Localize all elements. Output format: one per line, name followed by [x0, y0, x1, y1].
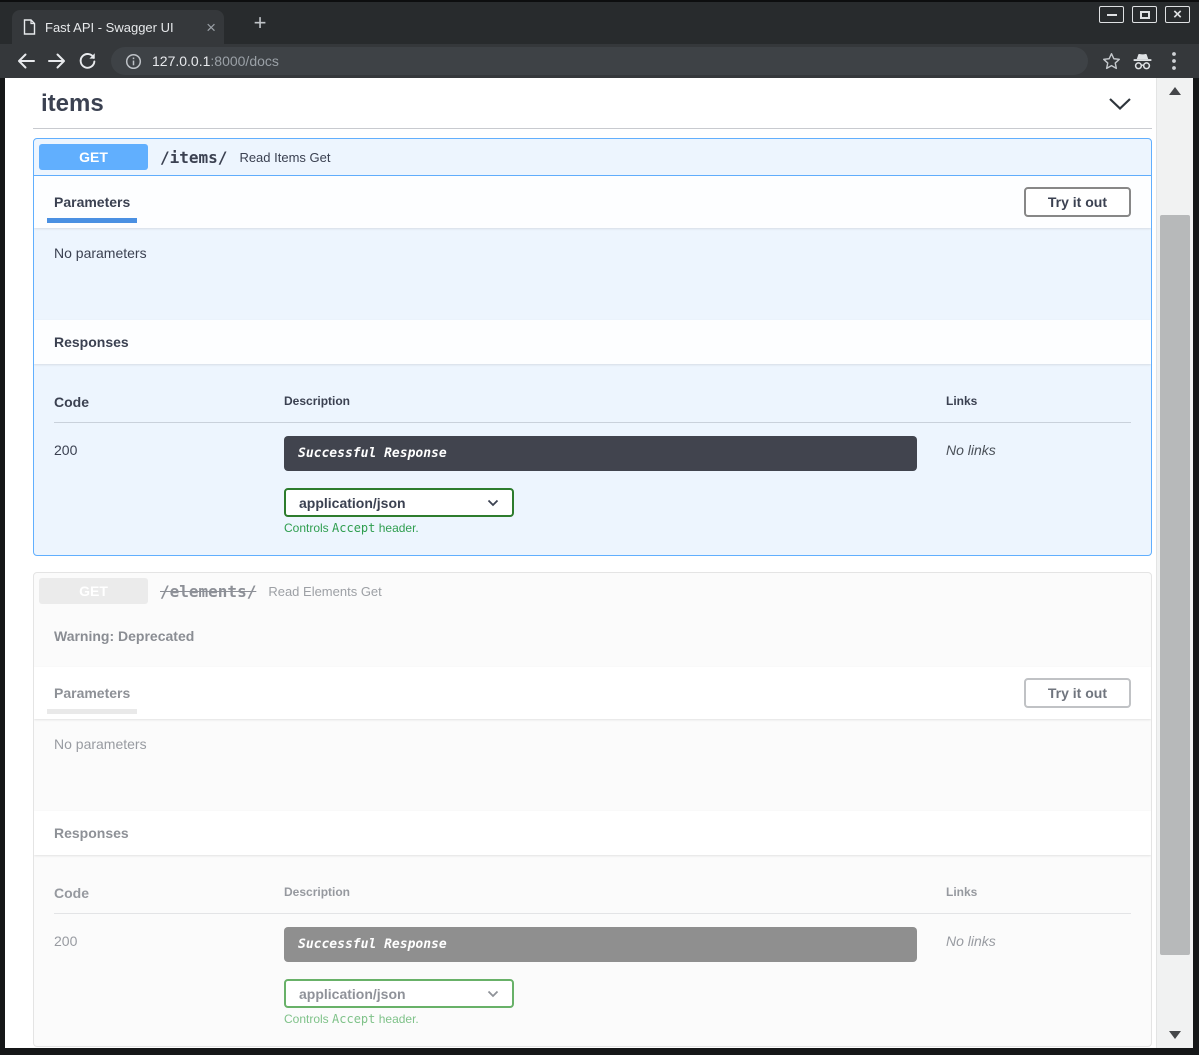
browser-toolbar: 127.0.0.1:8000/docs — [0, 44, 1199, 78]
description-column-header: Description — [284, 394, 946, 410]
response-row: 200 Successful Response application/json — [54, 914, 1131, 1026]
browser-tab[interactable]: Fast API - Swagger UI × — [12, 10, 224, 44]
minimize-icon — [1107, 14, 1117, 16]
chevron-down-icon — [487, 499, 499, 507]
responses-table-header: Code Description Links — [54, 885, 1131, 914]
endpoint-path: /items/ — [160, 148, 227, 167]
site-info-icon[interactable] — [125, 53, 142, 70]
opblock-get-items: GET /items/ Read Items Get Parameters Tr… — [33, 138, 1152, 556]
try-it-out-button[interactable]: Try it out — [1024, 678, 1131, 708]
opblock-get-elements-deprecated: GET /elements/ Read Elements Get Warning… — [33, 572, 1152, 1047]
response-description: Successful Response — [284, 436, 917, 471]
tag-section-header[interactable]: items — [33, 88, 1152, 118]
back-button[interactable] — [10, 46, 41, 76]
response-description: Successful Response — [284, 927, 917, 962]
new-tab-button[interactable]: + — [248, 11, 272, 35]
vertical-scrollbar[interactable] — [1156, 78, 1193, 1048]
accept-note: Controls Accept header. — [284, 1012, 946, 1026]
response-links: No links — [946, 927, 1131, 1026]
code-column-header: Code — [54, 394, 284, 410]
url-path: :8000/docs — [210, 53, 279, 69]
media-type-value: application/json — [299, 495, 406, 511]
scroll-down-arrow-icon[interactable] — [1169, 1031, 1181, 1039]
parameters-section-header: Parameters Try it out — [34, 667, 1151, 719]
minimize-button[interactable] — [1099, 6, 1124, 23]
tag-title: items — [41, 90, 104, 118]
swagger-ui: items GET /items/ Read Items Get Paramet… — [5, 78, 1156, 1047]
endpoint-path: /elements/ — [160, 582, 256, 601]
responses-heading: Responses — [54, 328, 129, 356]
accept-note-suffix: header. — [375, 1012, 418, 1026]
accept-note-prefix: Controls — [284, 1012, 332, 1026]
response-code: 200 — [54, 436, 284, 535]
links-column-header: Links — [946, 885, 1131, 901]
response-row: 200 Successful Response application/json — [54, 423, 1131, 535]
address-bar[interactable]: 127.0.0.1:8000/docs — [111, 47, 1088, 75]
no-parameters-text: No parameters — [54, 245, 1131, 261]
accept-note-suffix: header. — [375, 521, 418, 535]
endpoint-summary: Read Items Get — [239, 150, 330, 165]
accept-header-word: Accept — [332, 521, 375, 535]
window-close-icon: × — [1173, 7, 1182, 22]
try-it-out-button[interactable]: Try it out — [1024, 187, 1131, 217]
media-type-value: application/json — [299, 986, 406, 1002]
document-icon — [23, 19, 36, 35]
media-type-select[interactable]: application/json — [284, 488, 514, 517]
parameters-section-header: Parameters Try it out — [34, 176, 1151, 228]
response-code: 200 — [54, 927, 284, 1026]
parameters-tab[interactable]: Parameters — [54, 187, 130, 217]
description-cell: Successful Response application/json Co — [284, 927, 946, 1026]
chevron-down-icon — [487, 990, 499, 998]
tab-close-icon[interactable]: × — [206, 19, 216, 36]
window-controls: × — [1099, 6, 1190, 23]
opblock-summary[interactable]: GET /elements/ Read Elements Get — [34, 573, 1151, 609]
divider — [33, 128, 1152, 129]
bookmark-star-icon[interactable] — [1096, 46, 1127, 76]
links-column-header: Links — [946, 394, 1131, 410]
endpoint-summary: Read Elements Get — [268, 584, 381, 599]
maximize-button[interactable] — [1132, 6, 1157, 23]
accept-note-prefix: Controls — [284, 521, 332, 535]
opblock-summary[interactable]: GET /items/ Read Items Get — [34, 139, 1151, 176]
chevron-down-icon[interactable] — [1108, 97, 1132, 111]
responses-table-header: Code Description Links — [54, 394, 1131, 423]
response-links: No links — [946, 436, 1131, 535]
method-badge: GET — [39, 578, 148, 604]
responses-heading: Responses — [54, 819, 129, 847]
responses-section-header: Responses — [34, 320, 1151, 364]
media-type-select[interactable]: application/json — [284, 979, 514, 1008]
scrollbar-thumb[interactable] — [1160, 215, 1190, 955]
menu-kebab-icon[interactable] — [1158, 46, 1189, 76]
tab-title: Fast API - Swagger UI — [45, 20, 197, 35]
scroll-up-arrow-icon[interactable] — [1169, 87, 1181, 95]
accept-header-word: Accept — [332, 1012, 375, 1026]
titlebar: Fast API - Swagger UI × + × — [0, 0, 1199, 44]
description-cell: Successful Response application/json Co — [284, 436, 946, 535]
page-content: items GET /items/ Read Items Get Paramet… — [5, 78, 1156, 1048]
description-column-header: Description — [284, 885, 946, 901]
incognito-icon — [1127, 46, 1158, 76]
reload-button[interactable] — [72, 46, 103, 76]
window-close-button[interactable]: × — [1165, 6, 1190, 23]
method-badge: GET — [39, 144, 148, 170]
maximize-icon — [1140, 11, 1150, 19]
forward-button[interactable] — [41, 46, 72, 76]
accept-note: Controls Accept header. — [284, 521, 946, 535]
responses-section-header: Responses — [34, 811, 1151, 855]
deprecated-warning: Warning: Deprecated — [34, 609, 1151, 667]
url-host: 127.0.0.1 — [152, 53, 210, 69]
code-column-header: Code — [54, 885, 284, 901]
parameters-tab[interactable]: Parameters — [54, 678, 130, 708]
no-parameters-text: No parameters — [54, 736, 1131, 752]
